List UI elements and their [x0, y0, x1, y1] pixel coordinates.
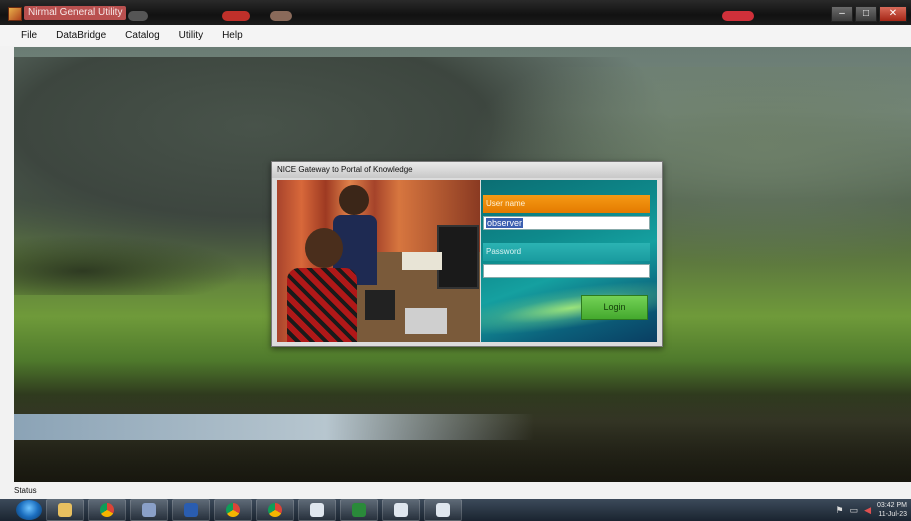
window-title: Nirmal General Utility [24, 6, 127, 20]
menu-utility[interactable]: Utility [176, 28, 206, 43]
menu-bar: File DataBridge Catalog Utility Help [0, 25, 911, 46]
volume-icon[interactable]: ◀ [864, 505, 871, 516]
status-label: Status [14, 486, 37, 495]
flag-icon[interactable]: ⚑ [836, 505, 844, 516]
login-dialog: NICE Gateway to Portal of Knowledge User… [271, 161, 663, 347]
title-bar: Nirmal General Utility – □ ✕ [0, 0, 911, 25]
menu-help[interactable]: Help [219, 28, 246, 43]
excel-icon[interactable] [340, 499, 378, 521]
clock-date: 11-Jul-23 [878, 511, 907, 518]
login-panel: User name observer Password Login [481, 180, 657, 342]
dialog-title: NICE Gateway to Portal of Knowledge [272, 162, 662, 178]
lake-shape [14, 414, 534, 440]
menu-catalog[interactable]: Catalog [122, 28, 162, 43]
chrome-glyph [268, 503, 282, 517]
clock-time: 03:42 PM [877, 502, 907, 509]
chrome-glyph [100, 503, 114, 517]
password-input[interactable] [483, 264, 650, 278]
chrome-icon[interactable] [214, 499, 252, 521]
child-head [339, 185, 369, 215]
word-glyph [184, 503, 198, 517]
minimize-button[interactable]: – [831, 6, 853, 22]
network-icon[interactable]: ▭ [850, 505, 859, 516]
children-computer-photo [277, 180, 480, 342]
status-bar: Status [0, 483, 911, 499]
clock[interactable]: 03:42 PM 11-Jul-23 [877, 501, 907, 519]
login-button[interactable]: Login [581, 295, 648, 320]
hill-shape [14, 235, 244, 295]
title-decoration [128, 11, 148, 21]
system-tray: ⚑ ▭ ◀ 03:42 PM 11-Jul-23 [836, 501, 911, 519]
title-decoration [270, 11, 292, 21]
folder-glyph [58, 503, 72, 517]
window-icon[interactable] [424, 499, 462, 521]
media-icon[interactable] [130, 499, 168, 521]
printer-shape [405, 308, 447, 334]
window-icon[interactable] [382, 499, 420, 521]
menu-file[interactable]: File [18, 28, 40, 43]
chrome-glyph [226, 503, 240, 517]
keyboard-shape [365, 290, 395, 320]
start-orb-icon[interactable] [16, 500, 42, 520]
chrome-icon[interactable] [88, 499, 126, 521]
title-decoration [722, 11, 754, 21]
taskbar: ⚑ ▭ ◀ 03:42 PM 11-Jul-23 [0, 499, 911, 521]
chrome-icon[interactable] [256, 499, 294, 521]
username-value: observer [486, 218, 524, 228]
monitor-shape [437, 225, 479, 289]
window-glyph [436, 503, 450, 517]
child-figure [287, 268, 357, 342]
word-icon[interactable] [172, 499, 210, 521]
password-label: Password [483, 243, 650, 261]
menu-databridge[interactable]: DataBridge [53, 28, 109, 43]
child-head [305, 228, 343, 268]
media-glyph [142, 503, 156, 517]
username-label: User name [483, 195, 650, 213]
window-icon[interactable] [298, 499, 336, 521]
excel-glyph [352, 503, 366, 517]
box-shape [402, 252, 442, 270]
window-glyph [310, 503, 324, 517]
maximize-button[interactable]: □ [855, 6, 877, 22]
app-icon [8, 7, 22, 21]
folder-icon[interactable] [46, 499, 84, 521]
username-input[interactable]: observer [483, 216, 650, 230]
title-decoration [222, 11, 250, 21]
window-glyph [394, 503, 408, 517]
close-button[interactable]: ✕ [879, 6, 907, 22]
window-controls: – □ ✕ [831, 6, 907, 22]
